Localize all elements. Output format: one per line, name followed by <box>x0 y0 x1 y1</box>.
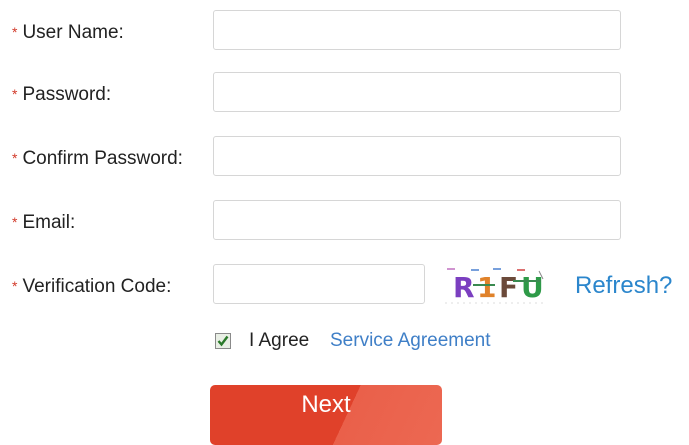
required-marker: * <box>12 214 18 230</box>
captcha-image[interactable]: R 1 F U <box>443 267 553 307</box>
username-input[interactable] <box>213 10 621 50</box>
required-marker: * <box>12 150 18 166</box>
captcha-char: F <box>499 271 518 304</box>
verification-code-input[interactable] <box>213 264 425 304</box>
confirm-password-input[interactable] <box>213 136 621 176</box>
required-marker: * <box>12 24 18 40</box>
password-row: * Password: <box>0 72 689 114</box>
captcha-char: R <box>453 271 475 304</box>
next-button[interactable]: Next <box>210 385 442 445</box>
verification-row: * Verification Code: R 1 F U Refresh? <box>0 264 689 307</box>
username-row: * User Name: <box>0 10 689 52</box>
password-input[interactable] <box>213 72 621 112</box>
agree-label: I Agree <box>249 330 310 351</box>
required-marker: * <box>12 86 18 102</box>
refresh-captcha-link[interactable]: Refresh? <box>575 272 672 300</box>
service-agreement-link[interactable]: Service Agreement <box>330 330 491 352</box>
verification-label: * Verification Code: <box>12 276 172 297</box>
username-label: * User Name: <box>12 22 124 43</box>
email-label: * Email: <box>12 212 76 233</box>
email-row: * Email: <box>0 200 689 242</box>
password-label: * Password: <box>12 84 112 105</box>
confirm-password-row: * Confirm Password: <box>0 136 689 178</box>
agree-checkbox[interactable] <box>215 333 231 349</box>
confirm-password-label: * Confirm Password: <box>12 148 183 169</box>
captcha-char: U <box>521 271 544 304</box>
email-input[interactable] <box>213 200 621 240</box>
agreement-row: I Agree Service Agreement <box>0 327 689 357</box>
required-marker: * <box>12 278 18 294</box>
check-icon <box>217 335 229 347</box>
captcha-char: 1 <box>477 271 496 304</box>
